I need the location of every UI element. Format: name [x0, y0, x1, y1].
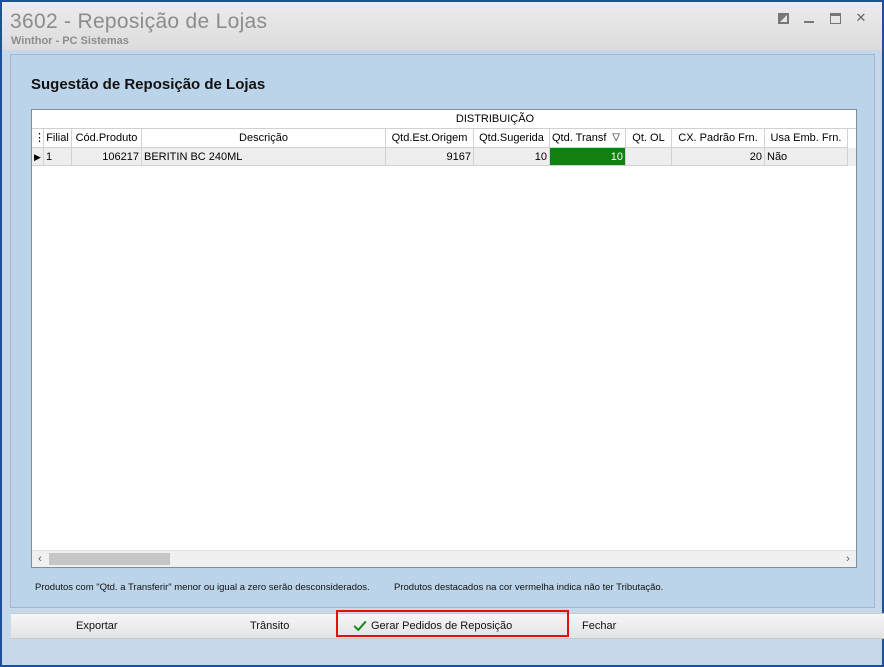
col-qtd-transf[interactable]: Qtd. Transf ▽ — [550, 129, 626, 148]
cell-descricao[interactable]: BERITIN BC 240ML — [142, 148, 386, 166]
col-qt-ol[interactable]: Qt. OL — [626, 129, 672, 148]
title-bar[interactable]: 3602 - Reposição de Lojas Winthor - PC S… — [2, 2, 882, 50]
cell-usa-emb-frn[interactable]: Não — [765, 148, 848, 166]
col-cx-padrao-frn[interactable]: CX. Padrão Frn. — [672, 129, 765, 148]
minimize-icon[interactable] — [802, 11, 816, 25]
close-icon[interactable]: ✕ — [854, 10, 868, 25]
restore-icon[interactable] — [776, 11, 790, 25]
cell-qtd-est-origem[interactable]: 9167 — [386, 148, 474, 166]
cell-cx-padrao-frn[interactable]: 20 — [672, 148, 765, 166]
row-indicator-icon: ▶ — [32, 148, 44, 166]
cell-qtd-transf[interactable]: 10 — [550, 148, 626, 166]
highlight-box — [336, 610, 569, 637]
cell-qt-ol[interactable] — [626, 148, 672, 166]
bottom-strip — [2, 639, 882, 665]
window-title: 3602 - Reposição de Lojas — [10, 10, 268, 33]
table-row[interactable]: ▶ 1 106217 BERITIN BC 240ML 9167 10 10 2… — [32, 148, 856, 166]
grid-header-row: ⋮ Filial Cód.Produto Descrição Qtd.Est.O… — [32, 129, 856, 148]
col-usa-emb-frn[interactable]: Usa Emb. Frn. — [765, 129, 848, 148]
cell-qtd-sugerida[interactable]: 10 — [474, 148, 550, 166]
page-title: Sugestão de Reposição de Lojas — [31, 76, 266, 93]
col-qtd-sugerida[interactable]: Qtd.Sugerida — [474, 129, 550, 148]
cell-filial[interactable]: 1 — [44, 148, 72, 166]
column-chooser-icon[interactable]: ⋮ — [32, 129, 44, 148]
note-tributacao: Produtos destacados na cor vermelha indi… — [394, 582, 664, 593]
cell-cod-produto[interactable]: 106217 — [72, 148, 142, 166]
transito-button[interactable]: Trânsito — [250, 614, 289, 638]
transito-label: Trânsito — [250, 620, 290, 632]
col-descricao[interactable]: Descrição — [142, 129, 386, 148]
exportar-label: Exportar — [76, 620, 118, 632]
note-qtd-transferir: Produtos com "Qtd. a Transferir" menor o… — [35, 582, 370, 593]
filter-icon[interactable]: ▽ — [612, 129, 620, 147]
scrollbar-thumb[interactable] — [49, 553, 170, 565]
col-qtd-transf-label: Qtd. Transf — [552, 132, 607, 144]
fechar-label: Fechar — [582, 620, 617, 632]
col-cod-produto[interactable]: Cód.Produto — [72, 129, 142, 148]
window-controls: ✕ — [776, 10, 868, 25]
window-subtitle: Winthor - PC Sistemas — [11, 35, 129, 47]
col-qtd-est-origem[interactable]: Qtd.Est.Origem — [386, 129, 474, 148]
band-label: DISTRIBUIÇÃO — [455, 113, 535, 125]
main-panel: Sugestão de Reposição de Lojas DISTRIBUI… — [10, 54, 884, 639]
fechar-button[interactable]: Fechar — [582, 614, 616, 638]
band-header: DISTRIBUIÇÃO — [32, 110, 856, 129]
horizontal-scrollbar[interactable]: ‹ › — [32, 550, 856, 567]
col-filial[interactable]: Filial — [44, 129, 72, 148]
exportar-button[interactable]: Exportar — [76, 614, 118, 638]
scroll-left-icon[interactable]: ‹ — [32, 551, 48, 567]
maximize-icon[interactable] — [828, 11, 842, 25]
results-grid[interactable]: DISTRIBUIÇÃO ⋮ Filial Cód.Produto Descri… — [31, 109, 857, 568]
app-window: 3602 - Reposição de Lojas Winthor - PC S… — [0, 0, 884, 667]
scroll-right-icon[interactable]: › — [840, 551, 856, 567]
